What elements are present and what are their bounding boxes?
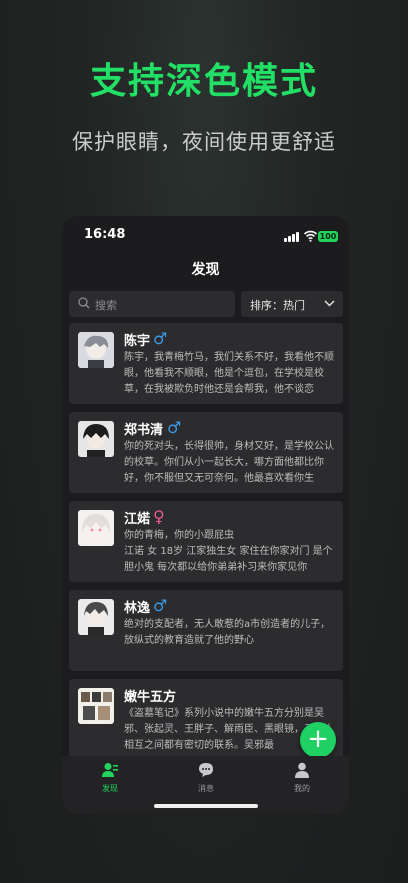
male-icon: ♂ [167, 418, 182, 437]
search-input[interactable]: 搜索 [69, 291, 235, 317]
profile-icon [295, 762, 309, 778]
tab-label: 我的 [294, 784, 310, 793]
avatar [78, 510, 114, 546]
character-description: 你的青梅，你的小跟屁虫 江诺 女 18岁 江家独生女 家住在你家对门 是个胆小鬼… [124, 530, 333, 573]
chevron-down-icon [324, 300, 335, 307]
status-time: 16:48 [84, 227, 126, 242]
tab-profile[interactable]: 我的 [272, 762, 332, 794]
male-icon: ♂ [153, 329, 168, 348]
character-name: 江婼 [124, 512, 151, 527]
search-placeholder: 搜索 [95, 299, 117, 312]
battery-icon: 100 [318, 231, 338, 242]
home-indicator [154, 804, 258, 808]
phone-screen: 16:48 100 发现 搜索 排序：热门 陈宇 ♂ 陈宇，我青梅竹马，我们关系… [62, 216, 349, 814]
search-icon [78, 297, 90, 309]
signal-icon [284, 232, 300, 242]
character-card[interactable]: 郑书清 ♂ 你的死对头，长得很帅，身材又好，是学校公认的校草。你们从小一起长大，… [69, 412, 343, 493]
tab-label: 消息 [198, 784, 214, 793]
avatar [78, 599, 114, 635]
hero-subtitle: 保护眼睛，夜间使用更舒适 [72, 130, 336, 154]
character-description: 你的死对头，长得很帅，身材又好，是学校公认的校草。你们从小一起长大，哪方面他都比… [124, 441, 334, 484]
message-icon [199, 763, 213, 777]
female-icon: ♀ [153, 507, 165, 526]
character-name: 林逸 [124, 601, 151, 616]
character-card[interactable]: 陈宇 ♂ 陈宇，我青梅竹马，我们关系不好，我看他不顺眼，他看我不顺眼，他是个逗包… [69, 323, 343, 404]
tab-discover[interactable]: 发现 [80, 762, 140, 794]
sort-label: 排序：热门 [250, 299, 305, 312]
character-card[interactable]: 江婼 ♀ 你的青梅，你的小跟屁虫 江诺 女 18岁 江家独生女 家住在你家对门 … [69, 501, 343, 582]
character-name: 嫩牛五方 [124, 690, 177, 705]
sort-dropdown[interactable]: 排序：热门 [241, 291, 343, 317]
tab-label: 发现 [102, 784, 118, 793]
character-name: 郑书清 [124, 423, 164, 438]
hero-title: 支持深色模式 [89, 61, 318, 102]
status-bar: 16:48 100 [62, 224, 349, 244]
avatar [78, 421, 114, 457]
character-name: 陈宇 [124, 334, 151, 349]
character-description: 陈宇，我青梅竹马，我们关系不好，我看他不顺眼，他看我不顺眼，他是个逗包，在学校是… [124, 352, 334, 395]
wifi-icon [304, 230, 317, 242]
character-description: 绝对的支配者，无人敢惹的a市创造者的儿子，放纵式的教育造就了他的野心 [124, 619, 331, 646]
avatar [78, 332, 114, 368]
tab-bar: 发现 消息 我的 [62, 756, 349, 814]
discover-icon [102, 763, 118, 777]
male-icon: ♂ [153, 596, 168, 615]
tab-messages[interactable]: 消息 [176, 762, 236, 794]
add-button[interactable]: + [300, 722, 336, 758]
page-title: 发现 [191, 262, 220, 278]
avatar [78, 688, 114, 724]
character-card[interactable]: 林逸 ♂ 绝对的支配者，无人敢惹的a市创造者的儿子，放纵式的教育造就了他的野心 [69, 590, 343, 671]
